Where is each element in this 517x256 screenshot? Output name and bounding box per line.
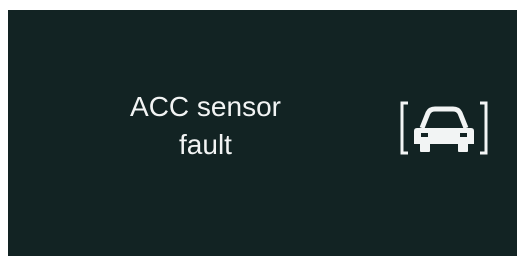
car-sensor-bracket-icon bbox=[392, 91, 496, 165]
alert-message: ACC sensor fault bbox=[130, 91, 281, 160]
alert-panel: ACC sensor fault bbox=[8, 10, 517, 256]
